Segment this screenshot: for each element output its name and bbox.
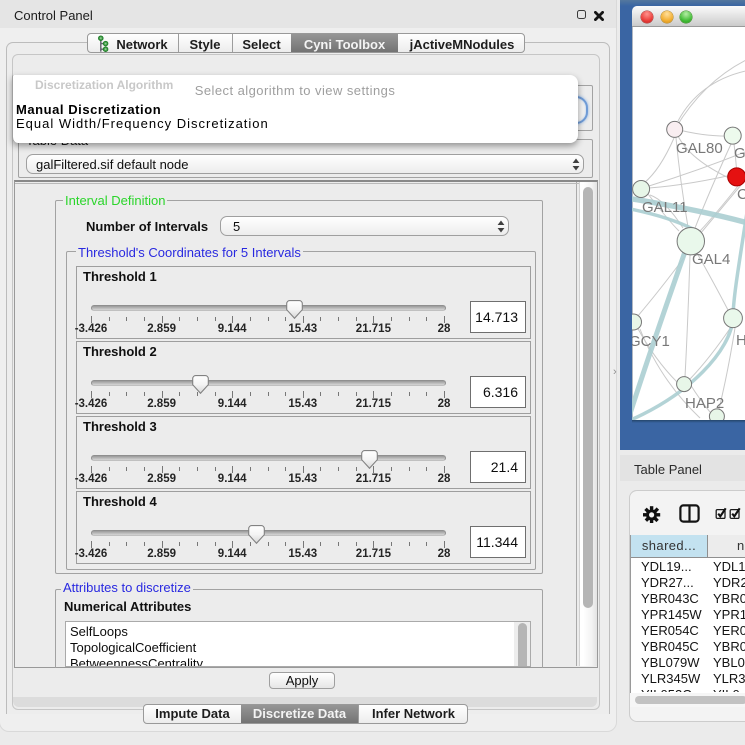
svg-text:GAL4: GAL4 [692,251,730,268]
svg-text:C: C [737,186,745,203]
svg-text:GAL80: GAL80 [676,140,723,157]
svg-text:HAP2: HAP2 [685,395,724,412]
svg-text:GCY1: GCY1 [632,333,670,350]
svg-text:GAL11: GAL11 [642,199,688,216]
svg-text:H: H [736,332,745,349]
svg-text:GA: GA [734,145,745,162]
